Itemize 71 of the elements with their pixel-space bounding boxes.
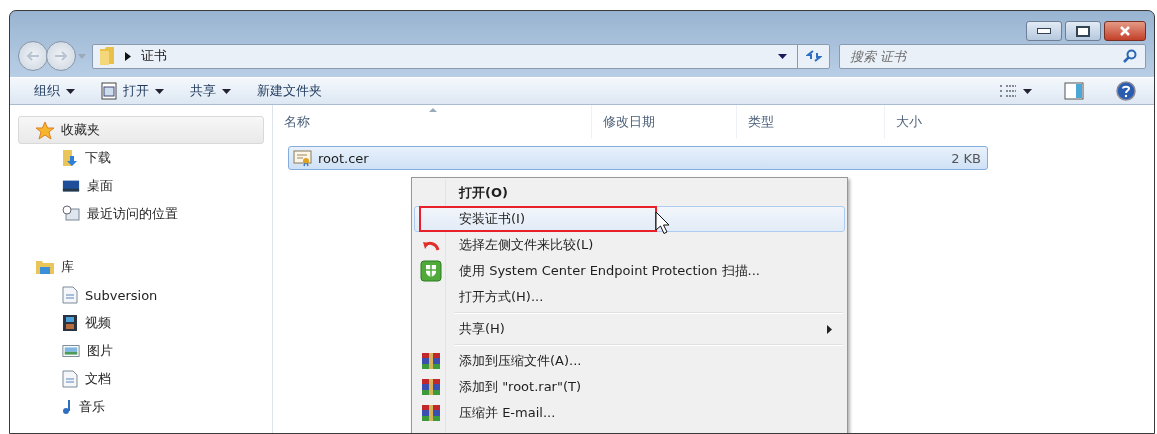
caret-icon (222, 88, 231, 94)
shield-icon (420, 260, 442, 282)
caret-icon (66, 88, 75, 94)
file-size: 2 KB (951, 150, 982, 166)
document-icon (62, 370, 78, 388)
stacked-books-icon (421, 378, 441, 396)
stacked-books-icon (421, 404, 441, 422)
film-icon (62, 314, 78, 332)
toolbar-button[interactable]: 组织 (30, 79, 79, 103)
dropdown-caret-icon[interactable] (778, 53, 787, 59)
maximize-button[interactable] (1065, 21, 1101, 41)
address-bar[interactable]: 证书 (92, 43, 830, 69)
star-icon (35, 120, 55, 140)
monitor-icon (62, 179, 80, 193)
menu-item[interactable]: 打开方式(H)... (414, 284, 845, 310)
toolbar-button[interactable]: 共享 (186, 79, 235, 103)
menu-item[interactable]: 选择左侧文件来比较(L) (414, 232, 845, 258)
sidebar-item[interactable]: 图片 (87, 342, 113, 360)
sidebar-item[interactable]: 文档 (85, 370, 111, 388)
sidebar-group[interactable]: 库 (18, 253, 264, 281)
back-arrow-icon (25, 50, 41, 62)
toolbar-button[interactable]: 新建文件夹 (253, 79, 326, 103)
document-icon (62, 286, 78, 304)
list-view-icon (999, 85, 1017, 97)
file-name: root.cer (318, 150, 369, 166)
menu-item[interactable]: 添加到 "root.rar"(T) (414, 374, 845, 400)
music-note-icon (62, 399, 72, 415)
folder-arrow-icon (62, 149, 78, 167)
sidebar-item[interactable]: Subversion (85, 287, 158, 303)
caret-icon (155, 88, 164, 94)
breadcrumb-arrow-icon[interactable] (125, 51, 131, 61)
certificate-icon (293, 149, 313, 167)
window-icon (101, 82, 117, 100)
undo-arrow-icon (422, 239, 440, 251)
sidebar-item[interactable]: 视频 (85, 314, 111, 332)
sidebar-item[interactable]: 桌面 (87, 177, 113, 195)
column-header[interactable]: 大小 (885, 105, 975, 139)
sidebar-label: 库 (61, 258, 74, 276)
sidebar-item[interactable]: 下载 (85, 149, 111, 167)
breadcrumb-item[interactable]: 证书 (141, 47, 167, 65)
sort-arrow-icon (429, 108, 437, 112)
close-icon (1118, 25, 1132, 37)
submenu-arrow-icon (827, 324, 832, 334)
close-button[interactable] (1104, 21, 1146, 41)
search-icon (1123, 49, 1137, 63)
sidebar-group[interactable]: 收藏夹 (18, 116, 264, 144)
file-row[interactable]: root.cer 2 KB (288, 146, 988, 170)
clock-window-icon (62, 205, 80, 223)
stacked-books-icon (421, 352, 441, 370)
search-box[interactable]: 搜索 证书 (839, 43, 1146, 69)
folder-icon (99, 46, 115, 66)
toolbar-button[interactable]: 打开 (97, 79, 168, 103)
menu-item[interactable]: 共享(H) (414, 316, 845, 342)
menu-item[interactable]: 添加到压缩文件(A)... (414, 348, 845, 374)
sidebar-label: 收藏夹 (61, 121, 100, 139)
caret-icon (1023, 88, 1032, 94)
minimize-button[interactable] (1026, 21, 1062, 41)
menu-item[interactable]: 安装证书(I) (414, 206, 845, 232)
sidebar-item[interactable]: 最近访问的位置 (87, 205, 178, 223)
forward-arrow-icon (53, 50, 69, 62)
sidebar-item[interactable]: 音乐 (79, 398, 105, 416)
menu-item[interactable]: 使用 System Center Endpoint Protection 扫描... (414, 258, 845, 284)
column-header[interactable]: 修改日期 (592, 105, 737, 139)
refresh-icon (805, 49, 822, 63)
picture-icon (62, 344, 80, 358)
menu-item[interactable]: 打开(O) (414, 180, 845, 206)
folder-icon (35, 259, 55, 275)
column-header[interactable]: 类型 (737, 105, 885, 139)
menu-item[interactable]: 压缩并 E-mail... (414, 400, 845, 426)
mouse-pointer-icon (655, 211, 671, 235)
search-field[interactable]: 搜索 证书 (850, 48, 1123, 64)
